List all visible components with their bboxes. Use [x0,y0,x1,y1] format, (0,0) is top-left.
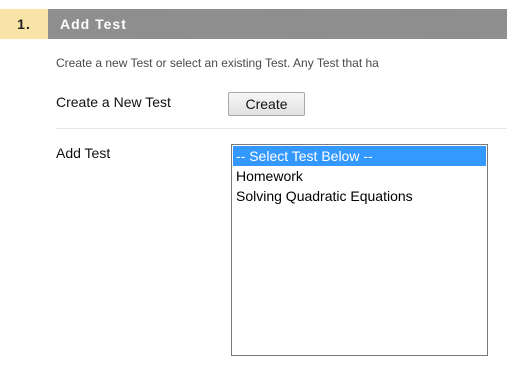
instructions-text: Create a new Test or select an existing … [56,56,379,70]
create-button[interactable]: Create [228,92,305,116]
divider [56,128,507,129]
step-title: Add Test [48,9,507,39]
add-test-label: Add Test [56,145,111,161]
test-option[interactable]: Homework [233,166,486,186]
test-option[interactable]: -- Select Test Below -- [233,146,486,166]
test-option[interactable]: Solving Quadratic Equations [233,186,486,206]
create-new-test-label: Create a New Test [56,94,171,110]
test-select-listbox[interactable]: -- Select Test Below -- Homework Solving… [231,144,488,356]
step-header: 1. Add Test [0,9,507,39]
step-number: 1. [0,9,48,39]
